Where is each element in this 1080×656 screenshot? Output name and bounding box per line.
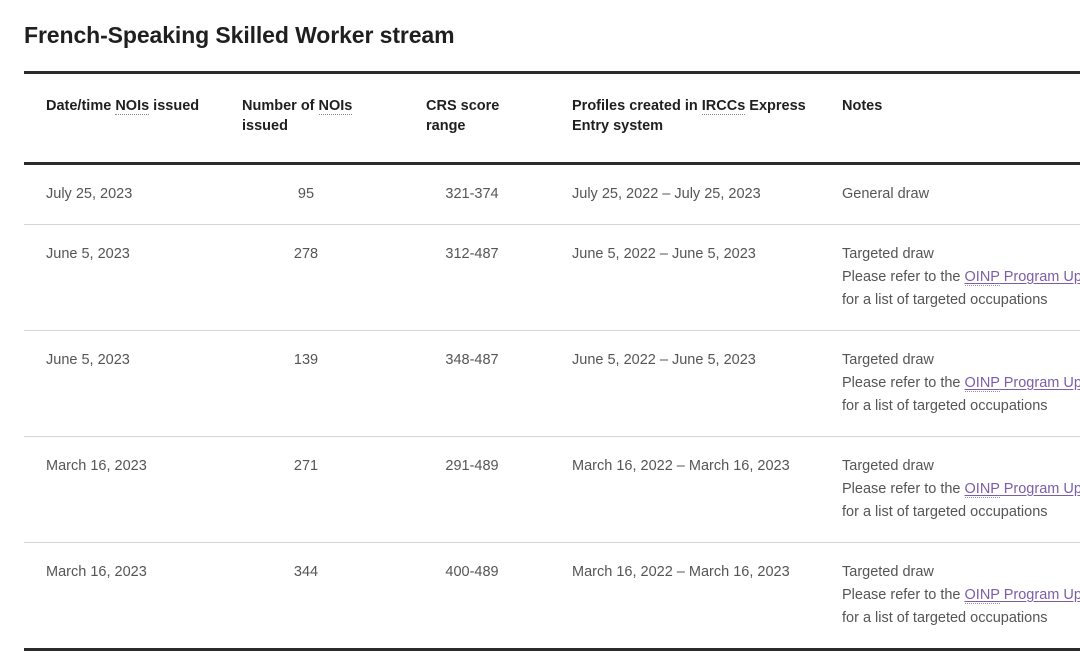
table-row: June 5, 2023 278 312-487 June 5, 2022 – Jun…	[24, 225, 1080, 331]
link-text: Program Update page	[1003, 587, 1080, 603]
cell-profiles-created: July 25, 2022 – July 25, 2023	[572, 186, 761, 202]
note-text: for a list of targeted occupations	[842, 292, 1048, 308]
column-header-notes: Notes	[820, 73, 1080, 164]
note-draw-type: Targeted draw	[842, 246, 934, 262]
table-row: March 16, 2023 344 400-489 March 16, 2022 –…	[24, 543, 1080, 650]
cell-date-time-nois-issued: March 16, 2023	[46, 458, 147, 474]
abbreviation-oinp[interactable]: OINP	[964, 587, 1000, 604]
note-text: for a list of targeted occupations	[842, 504, 1048, 520]
cell-profiles-created: March 16, 2022 – March 16, 2023	[572, 458, 790, 474]
cell-notes: General draw	[820, 164, 1080, 225]
cell-crs-score-range: 400-489	[445, 564, 499, 580]
link-text: Program Update page	[1003, 375, 1080, 391]
cell-date-time-nois-issued: July 25, 2023	[46, 186, 133, 202]
table-row: July 25, 2023 95 321-374 July 25, 2022 – Ju…	[24, 164, 1080, 225]
cell-notes: Targeted draw Please refer to the OINP Pr…	[820, 225, 1080, 331]
page-title: French-Speaking Skilled Worker stream	[24, 22, 455, 48]
cell-notes: Targeted draw Please refer to the OINP Pr…	[820, 437, 1080, 543]
column-header-date-time-nois-issued: Date/time NOIs issued	[24, 73, 218, 164]
table-body: July 25, 2023 95 321-374 July 25, 2022 – Ju…	[24, 164, 1080, 650]
column-header-crs-score-range: CRS score range	[404, 73, 550, 164]
cell-number-of-nois-issued: 278	[293, 246, 319, 262]
cell-number-of-nois-issued: 139	[293, 352, 319, 368]
cell-date-time-nois-issued: June 5, 2023	[46, 246, 130, 262]
note-draw-type: Targeted draw	[842, 458, 934, 474]
column-header-profiles-created: Profiles created in IRCCs Express Entry …	[550, 73, 820, 164]
oinp-program-update-page-link[interactable]: OINP Program Update page	[964, 481, 1080, 498]
abbreviation-irccs[interactable]: IRCCs	[701, 98, 746, 115]
note-detail: Please refer to the OINP Program Update …	[842, 266, 1080, 312]
oinp-program-update-page-link[interactable]: OINP Program Update page	[964, 375, 1080, 392]
note-detail: Please refer to the OINP Program Update …	[842, 372, 1080, 418]
cell-number-of-nois-issued: 271	[293, 458, 319, 474]
cell-crs-score-range: 348-487	[445, 352, 499, 368]
cell-crs-score-range: 312-487	[445, 246, 499, 262]
oinp-program-update-page-link[interactable]: OINP Program Update page	[964, 269, 1080, 286]
header-text: CRS score range	[426, 98, 500, 134]
note-text: Please refer to the	[842, 481, 965, 497]
note-detail: Please refer to the OINP Program Update …	[842, 584, 1080, 630]
link-text: Program Update page	[1003, 269, 1080, 285]
note-text: Please refer to the	[842, 269, 965, 285]
column-header-number-of-nois-issued: Number of NOIs issued	[218, 73, 404, 164]
oinp-program-update-page-link[interactable]: OINP Program Update page	[964, 587, 1080, 604]
abbreviation-oinp[interactable]: OINP	[964, 269, 1000, 286]
link-text: Program Update page	[1003, 481, 1080, 497]
cell-date-time-nois-issued: June 5, 2023	[46, 352, 130, 368]
abbreviation-oinp[interactable]: OINP	[964, 375, 1000, 392]
header-text: Notes	[842, 98, 883, 114]
table-header-row: Date/time NOIs issued Number of NOIs iss…	[24, 73, 1080, 164]
cell-profiles-created: June 5, 2022 – June 5, 2023	[572, 246, 756, 262]
cell-notes: Targeted draw Please refer to the OINP Pr…	[820, 543, 1080, 650]
note-detail: Please refer to the OINP Program Update …	[842, 478, 1080, 524]
header-text: issued	[149, 98, 200, 114]
cell-number-of-nois-issued: 344	[293, 564, 319, 580]
cell-date-time-nois-issued: March 16, 2023	[46, 564, 147, 580]
noi-draws-table: Date/time NOIs issued Number of NOIs iss…	[24, 71, 1080, 651]
cell-crs-score-range: 321-374	[445, 186, 499, 202]
table-header: Date/time NOIs issued Number of NOIs iss…	[24, 73, 1080, 164]
page-container: French-Speaking Skilled Worker stream Da…	[0, 0, 1080, 656]
abbreviation-nois[interactable]: NOIs	[115, 98, 150, 115]
table-row: March 16, 2023 271 291-489 March 16, 2022 –…	[24, 437, 1080, 543]
table-row: June 5, 2023 139 348-487 June 5, 2022 – Jun…	[24, 331, 1080, 437]
header-text: issued	[242, 118, 288, 134]
note-text: for a list of targeted occupations	[842, 398, 1048, 414]
note-text: Please refer to the	[842, 587, 965, 603]
abbreviation-nois[interactable]: NOIs	[318, 98, 353, 115]
abbreviation-oinp[interactable]: OINP	[964, 481, 1000, 498]
cell-number-of-nois-issued: 95	[297, 186, 315, 202]
header-text: Date/time	[46, 98, 116, 114]
cell-notes: Targeted draw Please refer to the OINP Pr…	[820, 331, 1080, 437]
cell-profiles-created: March 16, 2022 – March 16, 2023	[572, 564, 790, 580]
header-text: Profiles created in	[572, 98, 702, 114]
note-draw-type: General draw	[842, 186, 930, 202]
note-text: Please refer to the	[842, 375, 965, 391]
note-draw-type: Targeted draw	[842, 564, 934, 580]
cell-profiles-created: June 5, 2022 – June 5, 2023	[572, 352, 756, 368]
cell-crs-score-range: 291-489	[445, 458, 499, 474]
header-text: Number of	[242, 98, 319, 114]
note-draw-type: Targeted draw	[842, 352, 934, 368]
note-text: for a list of targeted occupations	[842, 610, 1048, 626]
